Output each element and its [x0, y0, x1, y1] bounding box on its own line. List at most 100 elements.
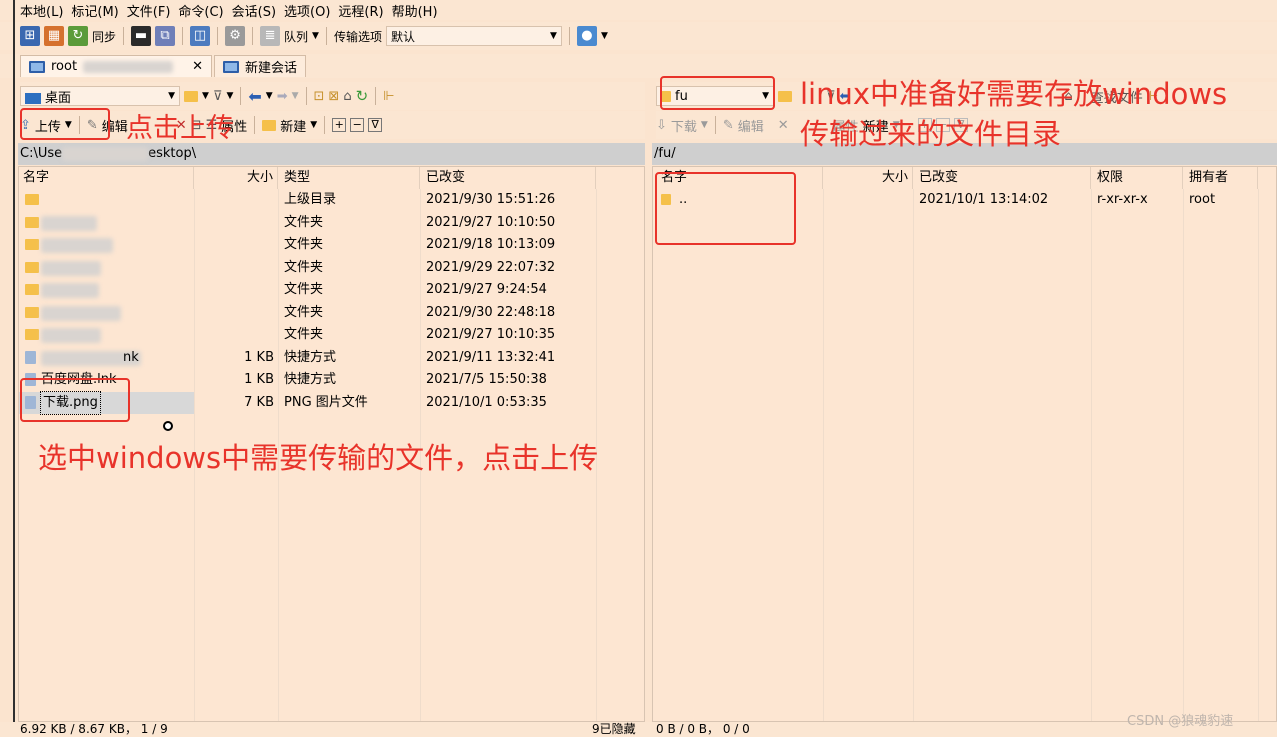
compare-dirs-icon[interactable]: ⊞	[20, 26, 40, 46]
putty-icon[interactable]: ⧉	[155, 26, 176, 46]
open-folder-icon[interactable]	[778, 90, 792, 102]
filter-select-icon[interactable]: ∇	[368, 118, 383, 132]
column-divider	[1258, 189, 1259, 721]
file-name	[41, 279, 191, 301]
table-row[interactable]: 上级目录 2021/9/30 15:51:26	[19, 189, 644, 211]
transfer-preset-select[interactable]: 默认 ▼	[385, 26, 562, 46]
chevron-down-icon[interactable]: ▼	[310, 120, 317, 130]
sync-icon[interactable]: ↻	[68, 26, 88, 46]
root-dir-icon[interactable]: ⊠	[328, 89, 339, 104]
folder-icon	[25, 257, 39, 279]
close-icon[interactable]: ✕	[192, 59, 203, 74]
queue-icon[interactable]: ≣	[260, 26, 281, 46]
transfer-preset-value: 默认	[390, 29, 415, 44]
left-path-bar[interactable]: C:\Use esktop\	[18, 143, 645, 165]
chevron-down-icon[interactable]: ▼	[601, 31, 608, 41]
menu-options[interactable]: 选项(O)	[284, 1, 330, 20]
col-size[interactable]: 大小	[823, 167, 913, 189]
column-divider	[1091, 189, 1092, 721]
sync-browse-icon[interactable]: ▦	[44, 26, 64, 46]
file-name	[41, 257, 191, 279]
separator	[217, 27, 219, 45]
right-file-list[interactable]: 名字 大小 已改变 权限 拥有者 ^ .. 2021/10/1 13:14:02 r…	[652, 166, 1277, 722]
deselect-icon[interactable]: −	[350, 118, 365, 132]
file-modified: 2021/7/5 15:50:38	[426, 372, 547, 387]
file-name	[41, 234, 191, 256]
annotation-select-file: 选中windows中需要传输的文件，点击上传	[38, 441, 599, 475]
table-row[interactable]: 文件夹 2021/9/27 10:10:35	[19, 324, 644, 346]
watermark: CSDN @狼魂豹速	[1127, 714, 1234, 729]
cursor-icon	[163, 421, 173, 431]
status-bar: 6.92 KB / 8.67 KB， 1 / 9 9已隐藏 0 B / 0 B，…	[0, 722, 1277, 737]
file-modified: 2021/10/1 0:53:35	[426, 394, 547, 410]
chevron-down-icon[interactable]: ▼	[202, 91, 209, 101]
file-size	[194, 324, 274, 346]
file-name	[41, 189, 191, 211]
col-name[interactable]: 名字	[19, 167, 194, 189]
session-tabs: root ✕ 新建会话	[0, 54, 1277, 78]
right-path: /fu/	[654, 146, 676, 161]
file-size: 1 KB	[244, 372, 274, 387]
column-divider	[913, 189, 914, 721]
col-rights[interactable]: 权限	[1091, 167, 1183, 189]
download-button[interactable]: 下载	[671, 116, 697, 135]
col-type[interactable]: 类型	[278, 167, 420, 189]
col-modified[interactable]: 已改变	[420, 167, 596, 189]
sync-button[interactable]: 同步	[92, 28, 116, 45]
menu-help[interactable]: 帮助(H)	[392, 1, 438, 20]
left-nav-toolbar: 桌面 ▼ ▼ ⊽ ▼ ⬅ ▼ ➡ ▼ ⊡ ⊠ ⌂ ↻ ⊩	[20, 82, 645, 110]
parent-dir-icon[interactable]: ⊡	[314, 89, 325, 104]
console-icon[interactable]: ▬	[131, 26, 152, 46]
col-size[interactable]: 大小	[194, 167, 278, 189]
forward-icon[interactable]: ➡	[277, 89, 288, 104]
menu-command[interactable]: 命令(C)	[178, 1, 223, 20]
gear-icon[interactable]: ⚙	[225, 26, 246, 46]
tab-new-session[interactable]: 新建会话	[214, 55, 307, 77]
select-all-icon[interactable]: +	[332, 118, 347, 132]
col-owner[interactable]: 拥有者	[1183, 167, 1258, 189]
home-icon[interactable]: ⌂	[343, 89, 351, 104]
globe-icon[interactable]: ●	[576, 26, 597, 46]
menu-mark[interactable]: 标记(M)	[71, 1, 118, 20]
chevron-down-icon[interactable]: ▼	[701, 120, 708, 130]
queue-button[interactable]: 队列	[284, 28, 308, 45]
table-row[interactable]: 文件夹 2021/9/27 9:24:54	[19, 279, 644, 301]
separator	[254, 116, 256, 134]
redacted-hostname	[83, 60, 174, 73]
table-row[interactable]: 文件夹 2021/9/18 10:13:09	[19, 234, 644, 256]
menu-local[interactable]: 本地(L)	[20, 1, 63, 20]
back-icon[interactable]: ⬅	[248, 87, 261, 106]
delete-icon[interactable]: ✕	[778, 118, 789, 133]
edit-button[interactable]: 编辑	[738, 116, 764, 135]
menu-session[interactable]: 会话(S)	[232, 1, 276, 20]
filter-icon[interactable]: ⊽	[213, 89, 223, 104]
tree-icon[interactable]: ⊩	[383, 89, 394, 104]
new-button[interactable]: 新建	[280, 116, 306, 135]
file-type: 快捷方式	[284, 349, 337, 365]
file-type: 文件夹	[284, 304, 324, 320]
new-folder-icon	[262, 119, 277, 131]
table-row[interactable]: 文件夹 2021/9/29 22:07:32	[19, 257, 644, 279]
table-row[interactable]: 文件夹 2021/9/30 22:48:18	[19, 302, 644, 324]
chevron-down-icon[interactable]: ▼	[226, 91, 233, 101]
folder-icon	[25, 324, 39, 346]
left-location-select[interactable]: 桌面 ▼	[20, 86, 180, 106]
file-size	[194, 212, 274, 234]
refresh-icon[interactable]: ↻	[356, 87, 369, 105]
col-modified[interactable]: 已改变	[913, 167, 1091, 189]
file-size	[823, 189, 909, 211]
table-row[interactable]: nk 1 KB 快捷方式 2021/9/11 13:32:41	[19, 347, 644, 369]
chevron-down-icon[interactable]: ▼	[292, 91, 299, 101]
chevron-down-icon[interactable]: ▼	[312, 31, 319, 41]
open-folder-icon[interactable]	[184, 90, 198, 102]
chevron-down-icon: ▼	[550, 31, 557, 41]
menu-remote[interactable]: 远程(R)	[338, 1, 383, 20]
file-size: 1 KB	[244, 349, 274, 365]
chevron-down-icon[interactable]: ▼	[266, 91, 273, 101]
table-row[interactable]: 文件夹 2021/9/27 10:10:50	[19, 212, 644, 234]
screen-icon[interactable]: ◫	[190, 26, 211, 46]
left-status: 6.92 KB / 8.67 KB， 1 / 9	[20, 722, 168, 736]
file-type: 文件夹	[284, 214, 324, 230]
menu-file[interactable]: 文件(F)	[127, 1, 171, 20]
tab-root-session[interactable]: root ✕	[20, 55, 212, 77]
